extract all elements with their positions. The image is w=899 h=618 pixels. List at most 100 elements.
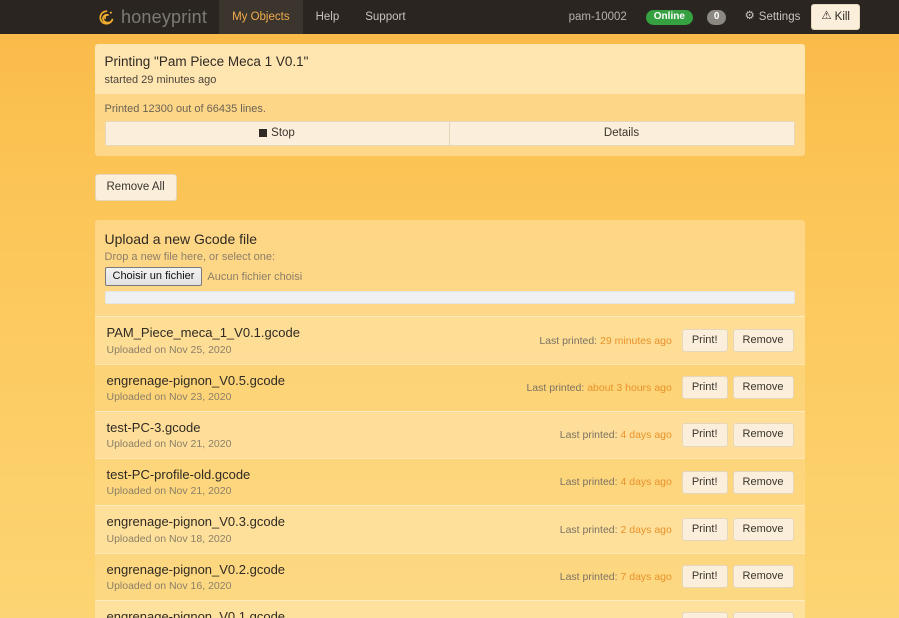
file-last-printed: Last printed: 7 days ago xyxy=(560,571,672,583)
status-badge: Online xyxy=(645,9,693,25)
table-row[interactable]: engrenage-pignon_V0.5.gcode Uploaded on … xyxy=(94,363,805,411)
file-actions: Print! Remove xyxy=(681,376,794,400)
remove-button[interactable]: Remove xyxy=(732,470,794,494)
file-uploaded-date: Uploaded on Nov 18, 2020 xyxy=(106,532,232,545)
remove-button[interactable]: Remove xyxy=(732,612,794,618)
file-meta: engrenage-pignon_V0.1.gcode Uploaded on … xyxy=(107,609,560,618)
nav-item-help[interactable]: Help xyxy=(303,0,353,34)
file-actions: Print! Remove xyxy=(681,470,794,494)
gcode-file-list: PAM_Piece_meca_1_V0.1.gcode Uploaded on … xyxy=(94,316,805,618)
last-printed-label: Last printed: xyxy=(559,429,618,441)
swirl-logo-icon xyxy=(98,9,115,26)
file-uploaded-date: Uploaded on Nov 16, 2020 xyxy=(106,579,232,592)
printing-progress-text: Printed 12300 out of 66435 lines. xyxy=(104,102,266,115)
details-label: Details xyxy=(603,126,640,139)
printing-action-group: Stop Details xyxy=(104,120,795,146)
file-uploaded-date: Uploaded on Nov 25, 2020 xyxy=(106,343,232,356)
print-button[interactable]: Print! xyxy=(681,423,728,447)
table-row[interactable]: engrenage-pignon_V0.3.gcode Uploaded on … xyxy=(94,505,805,553)
file-last-printed: Last printed: 4 days ago xyxy=(560,429,672,441)
file-name: test-PC-3.gcode xyxy=(106,419,201,435)
file-meta: engrenage-pignon_V0.5.gcode Uploaded on … xyxy=(107,373,527,403)
file-name: engrenage-pignon_V0.1.gcode xyxy=(106,608,286,618)
last-printed-label: Last printed: xyxy=(539,334,598,347)
last-printed-value: 4 days ago xyxy=(620,429,672,441)
remove-button[interactable]: Remove xyxy=(732,423,794,447)
warning-triangle-icon: ⚠ xyxy=(821,10,832,23)
upload-progress-bar xyxy=(104,291,795,305)
remove-button[interactable]: Remove xyxy=(732,565,794,589)
stop-button[interactable]: Stop xyxy=(104,120,450,146)
file-last-printed: Last printed: 4 days ago xyxy=(560,476,672,488)
main-container: Printing "Pam Piece Meca 1 V0.1" started… xyxy=(94,34,805,618)
file-name: test-PC-profile-old.gcode xyxy=(106,467,251,483)
remove-button[interactable]: Remove xyxy=(732,376,794,400)
upload-panel: Upload a new Gcode file Drop a new file … xyxy=(94,220,805,317)
printing-panel-body: Printed 12300 out of 66435 lines. Stop D… xyxy=(95,94,805,156)
last-printed-value: about 3 hours ago xyxy=(587,381,672,394)
file-last-printed: Last printed: 29 minutes ago xyxy=(539,335,672,347)
remove-all-button[interactable]: Remove All xyxy=(94,173,177,202)
print-button[interactable]: Print! xyxy=(681,517,728,542)
brand-text: honeyprint xyxy=(121,7,208,27)
file-uploaded-date: Uploaded on Nov 21, 2020 xyxy=(106,438,232,451)
navbar-left-group: honeyprint My Objects Help Support xyxy=(98,0,419,34)
file-name: PAM_Piece_meca_1_V0.1.gcode xyxy=(106,325,300,341)
remove-button[interactable]: Remove xyxy=(732,328,794,353)
file-uploaded-date: Uploaded on Nov 21, 2020 xyxy=(106,485,232,498)
settings-label: Settings xyxy=(758,11,801,23)
stop-square-icon xyxy=(259,128,268,137)
remove-all-wrap: Remove All xyxy=(94,173,805,202)
status-badge-wrap: Online xyxy=(639,0,700,34)
file-name: engrenage-pignon_V0.5.gcode xyxy=(106,372,286,388)
gear-icon: ⚙ xyxy=(744,10,755,23)
file-actions: Print! Remove xyxy=(681,517,794,542)
printing-title: Printing "Pam Piece Meca 1 V0.1" xyxy=(104,54,309,69)
file-actions: Print! Remove xyxy=(681,423,794,447)
file-uploaded-date: Uploaded on Nov 23, 2020 xyxy=(106,390,232,403)
last-printed-label: Last printed: xyxy=(526,381,585,394)
last-printed-value: 7 days ago xyxy=(620,570,672,583)
kill-label: Kill xyxy=(834,11,850,23)
print-button[interactable]: Print! xyxy=(681,565,728,589)
upload-subtitle: Drop a new file here, or select one: xyxy=(104,251,276,264)
table-row[interactable]: engrenage-pignon_V0.2.gcode Uploaded on … xyxy=(94,552,805,600)
table-row[interactable]: test-PC-profile-old.gcode Uploaded on No… xyxy=(94,458,805,505)
last-printed-label: Last printed: xyxy=(559,523,618,536)
nav-item-support[interactable]: Support xyxy=(352,0,418,34)
top-navbar: honeyprint My Objects Help Support pam-1… xyxy=(0,0,899,34)
table-row[interactable]: engrenage-pignon_V0.1.gcode Uploaded on … xyxy=(94,599,805,618)
last-printed-label: Last printed: xyxy=(559,570,618,583)
settings-link[interactable]: ⚙ Settings xyxy=(733,0,811,34)
details-button[interactable]: Details xyxy=(449,120,795,146)
last-printed-value: 29 minutes ago xyxy=(600,334,672,347)
kill-button[interactable]: ⚠ Kill xyxy=(811,4,860,30)
file-last-printed: Last printed: 2 days ago xyxy=(560,524,672,536)
file-actions: Print! Remove xyxy=(681,328,794,353)
printing-started-text: started 29 minutes ago xyxy=(104,73,217,86)
nav-item-my-objects[interactable]: My Objects xyxy=(219,0,303,34)
table-row[interactable]: test-PC-3.gcode Uploaded on Nov 21, 2020… xyxy=(94,410,805,459)
file-meta: test-PC-profile-old.gcode Uploaded on No… xyxy=(107,467,560,497)
print-button[interactable]: Print! xyxy=(681,612,728,618)
printing-status-panel: Printing "Pam Piece Meca 1 V0.1" started… xyxy=(94,44,805,156)
file-actions: Print! Remove xyxy=(681,612,794,618)
print-button[interactable]: Print! xyxy=(681,376,728,400)
stop-label: Stop xyxy=(271,126,295,139)
table-row[interactable]: PAM_Piece_meca_1_V0.1.gcode Uploaded on … xyxy=(94,316,805,364)
choose-file-button[interactable]: Choisir un fichier xyxy=(104,267,203,287)
queue-count-badge: 0 xyxy=(706,9,727,25)
print-button[interactable]: Print! xyxy=(681,470,728,494)
file-meta: PAM_Piece_meca_1_V0.1.gcode Uploaded on … xyxy=(107,325,540,355)
no-file-chosen-label: Aucun fichier choisi xyxy=(207,270,303,283)
file-input-row[interactable]: Choisir un fichier Aucun fichier choisi xyxy=(104,267,795,287)
file-last-printed: Last printed: about 3 hours ago xyxy=(526,382,671,394)
file-name: engrenage-pignon_V0.2.gcode xyxy=(106,561,286,577)
print-button[interactable]: Print! xyxy=(681,328,728,353)
file-meta: engrenage-pignon_V0.3.gcode Uploaded on … xyxy=(107,514,560,544)
navbar-right-group: pam-10002 Online 0 ⚙ Settings ⚠ Kill xyxy=(557,0,899,34)
printer-id-label: pam-10002 xyxy=(568,11,627,23)
remove-button[interactable]: Remove xyxy=(732,517,794,542)
brand-link[interactable]: honeyprint xyxy=(98,0,219,34)
file-name: engrenage-pignon_V0.3.gcode xyxy=(106,514,286,530)
